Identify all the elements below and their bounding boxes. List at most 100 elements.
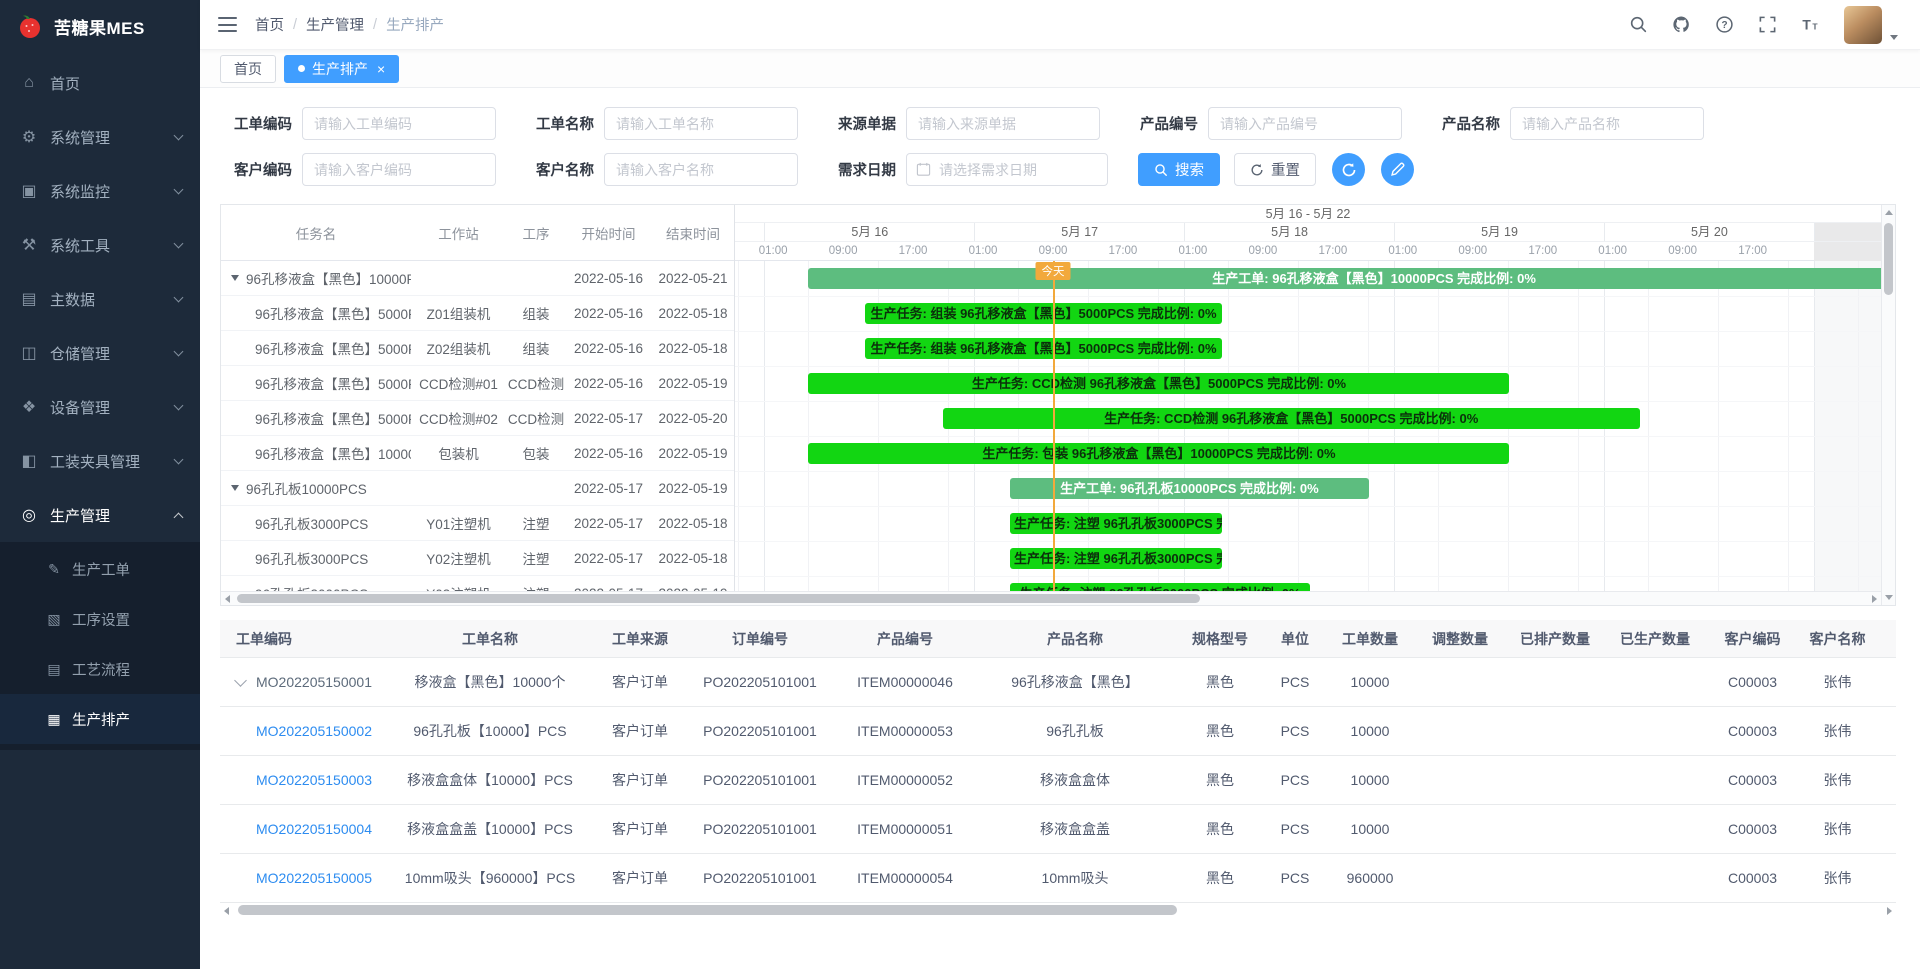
search-button[interactable]: 搜索	[1138, 153, 1220, 186]
product-code-input[interactable]	[1208, 107, 1402, 140]
gantt-station-cell: Y01注塑机	[411, 513, 506, 533]
sidebar-item-master-data[interactable]: ▤主数据	[0, 272, 200, 326]
collapse-sidebar-button[interactable]	[218, 17, 237, 32]
scroll-left-arrow-icon[interactable]	[225, 595, 230, 603]
order-link[interactable]: MO202205150001	[256, 674, 372, 690]
gantt-task-name: 96孔移液盒【黑色】5000PCS	[255, 338, 411, 358]
logo[interactable]: 苦糖果MES	[0, 0, 200, 52]
order-row[interactable]: MO20220515000510mm吸头【960000】PCS客户订单PO202…	[220, 854, 1896, 903]
sidebar-item-label: 生产工单	[72, 559, 130, 580]
avatar[interactable]	[1844, 6, 1882, 44]
sidebar-item-label: 工装夹具管理	[50, 451, 140, 472]
gantt-bar-order[interactable]: 生产工单: 96孔移液盒【黑色】10000PCS 完成比例: 0%	[808, 268, 1881, 289]
scroll-right-arrow-icon[interactable]	[1887, 907, 1892, 915]
sidebar-item-process-settings[interactable]: ▧工序设置	[0, 594, 200, 644]
gantt-hour-label: 09:00	[1668, 242, 1697, 261]
gantt-bar-task[interactable]: 生产任务: 注塑 96孔孔板3000PCS 完成比例: 0%	[1010, 513, 1222, 534]
orders-column-header: 工单来源	[595, 629, 685, 649]
svg-text:T: T	[1802, 18, 1811, 33]
gantt-hour-label: 01:00	[1598, 242, 1627, 261]
tab-home[interactable]: 首页	[220, 55, 276, 83]
gantt-task-row[interactable]: 96孔移液盒【黑色】5000PCSCCD检测#02CCD检测2022-05-17…	[221, 401, 734, 436]
github-icon[interactable]	[1672, 15, 1691, 34]
row-collapse-icon[interactable]	[231, 275, 239, 281]
scroll-down-arrow-icon[interactable]	[1885, 595, 1893, 600]
gantt-task-row[interactable]: 96孔孔板10000PCS2022-05-172022-05-19	[221, 471, 734, 506]
scroll-left-arrow-icon[interactable]	[224, 907, 229, 915]
sidebar-item-system-management[interactable]: ⚙系统管理	[0, 110, 200, 164]
scroll-right-arrow-icon[interactable]	[1872, 595, 1877, 603]
gantt-bar-task[interactable]: 生产任务: 注塑 96孔孔板3000PCS 完成比例: 0%	[1010, 548, 1222, 569]
gantt-hscroll-thumb[interactable]	[237, 594, 1200, 603]
gantt-task-row[interactable]: 96孔孔板3000PCSY02注塑机注塑2022-05-172022-05-18	[221, 541, 734, 576]
orders-column-header: 调整数量	[1415, 629, 1505, 649]
product-name-input[interactable]	[1510, 107, 1704, 140]
sidebar-item-process-flow[interactable]: ▤工艺流程	[0, 644, 200, 694]
sidebar-item-warehouse-management[interactable]: ◫仓储管理	[0, 326, 200, 380]
sidebar-item-production-scheduling[interactable]: ▦生产排产	[0, 694, 200, 744]
gantt-bar-task[interactable]: 生产任务: 组装 96孔移液盒【黑色】5000PCS 完成比例: 0%	[865, 338, 1222, 359]
gantt-start-cell: 2022-05-16	[566, 271, 651, 286]
gantt-task-row[interactable]: 96孔移液盒【黑色】5000PCSCCD检测#01CCD检测2022-05-16…	[221, 366, 734, 401]
gantt-task-row[interactable]: 96孔移液盒【黑色】10000PCS2022-05-162022-05-21	[221, 261, 734, 296]
gantt-task-row[interactable]: 96孔孔板3000PCSY03注塑机注塑2022-05-172022-05-19	[221, 576, 734, 591]
sidebar-item-system-monitor[interactable]: ▣系统监控	[0, 164, 200, 218]
customer-name-input[interactable]	[604, 153, 798, 186]
gantt-bar-task[interactable]: 生产任务: 注塑 96孔孔板3000PCS 完成比例: 0%	[1010, 583, 1310, 591]
row-expand-icon[interactable]	[234, 674, 247, 686]
breadcrumb-item[interactable]: 首页	[255, 14, 284, 35]
help-icon[interactable]: ?	[1715, 15, 1734, 34]
gantt-vscroll-thumb[interactable]	[1884, 223, 1893, 295]
order-link[interactable]: MO202205150004	[256, 821, 372, 837]
gantt-task-row[interactable]: 96孔移液盒【黑色】5000PCSZ02组装机组装2022-05-162022-…	[221, 331, 734, 366]
gantt-day-cell: 5月 19	[1394, 223, 1604, 241]
gantt-bar-order[interactable]: 生产工单: 96孔孔板10000PCS 完成比例: 0%	[1010, 478, 1369, 499]
order-code-input[interactable]	[302, 107, 496, 140]
reset-button[interactable]: 重置	[1234, 153, 1316, 186]
order-row[interactable]: MO202205150001移液盒【黑色】10000个客户订单PO2022051…	[220, 658, 1896, 707]
edit-button[interactable]	[1381, 153, 1414, 186]
refresh-button[interactable]	[1332, 153, 1365, 186]
order-row[interactable]: MO202205150003移液盒盒体【10000】PCS客户订单PO20220…	[220, 756, 1896, 805]
tab-close-icon[interactable]: ×	[377, 62, 385, 76]
gantt-bar-task[interactable]: 生产任务: CCD检测 96孔移液盒【黑色】5000PCS 完成比例: 0%	[808, 373, 1509, 394]
sidebar-item-device-management[interactable]: ❖设备管理	[0, 380, 200, 434]
sidebar-item-home[interactable]: ⌂首页	[0, 56, 200, 110]
fullscreen-icon[interactable]	[1758, 15, 1777, 34]
order-link[interactable]: MO202205150005	[256, 870, 372, 886]
breadcrumb-item[interactable]: 生产管理	[306, 14, 364, 35]
scroll-up-arrow-icon[interactable]	[1885, 210, 1893, 215]
order-link[interactable]: MO202205150002	[256, 723, 372, 739]
sidebar-item-fixture-management[interactable]: ◧工装夹具管理	[0, 434, 200, 488]
orders-column-header: 客户编码	[1705, 629, 1800, 649]
order-link[interactable]: MO202205150003	[256, 772, 372, 788]
gantt-task-row[interactable]: 96孔孔板3000PCSY01注塑机注塑2022-05-172022-05-18	[221, 506, 734, 541]
gantt-day-cell: 5月 18	[1184, 223, 1394, 241]
avatar-dropdown-caret-icon[interactable]	[1890, 35, 1898, 40]
row-collapse-icon[interactable]	[231, 485, 239, 491]
gantt-task-row[interactable]: 96孔移液盒【黑色】10000PCS包装机包装2022-05-162022-05…	[221, 436, 734, 471]
gantt-horizontal-scrollbar[interactable]	[221, 591, 1881, 605]
sidebar-item-production-order[interactable]: ✎ 生产工单	[0, 544, 200, 594]
orders-hscroll-thumb[interactable]	[238, 905, 1177, 915]
order-row[interactable]: MO202205150004移液盒盒盖【10000】PCS客户订单PO20220…	[220, 805, 1896, 854]
order-name-input[interactable]	[604, 107, 798, 140]
gantt-bar-task[interactable]: 生产任务: 包装 96孔移液盒【黑色】10000PCS 完成比例: 0%	[808, 443, 1509, 464]
source-doc-input[interactable]	[906, 107, 1100, 140]
gantt-bar-task[interactable]: 生产任务: 组装 96孔移液盒【黑色】5000PCS 完成比例: 0%	[865, 303, 1222, 324]
orders-horizontal-scrollbar[interactable]	[220, 904, 1896, 917]
demand-date-input[interactable]	[906, 153, 1108, 186]
gantt-task-row[interactable]: 96孔移液盒【黑色】5000PCSZ01组装机组装2022-05-162022-…	[221, 296, 734, 331]
work-order-icon: ✎	[46, 561, 62, 578]
gantt-bar-task[interactable]: 生产任务: CCD检测 96孔移液盒【黑色】5000PCS 完成比例: 0%	[943, 408, 1640, 429]
font-size-icon[interactable]: T T	[1801, 15, 1820, 34]
sidebar-item-system-tools[interactable]: ⚒系统工具	[0, 218, 200, 272]
order-cell: PCS	[1265, 821, 1325, 837]
page-content: 工单编码工单名称来源单据产品编号产品名称 客户编码客户名称需求日期搜索重置 任务…	[200, 88, 1920, 969]
tab-production-scheduling[interactable]: 生产排产×	[284, 55, 399, 83]
customer-code-input[interactable]	[302, 153, 496, 186]
sidebar-item-production-management[interactable]: ◎生产管理	[0, 488, 200, 542]
gantt-vertical-scrollbar[interactable]	[1881, 205, 1895, 605]
search-icon[interactable]	[1629, 15, 1648, 34]
order-row[interactable]: MO20220515000296孔孔板【10000】PCS客户订单PO20220…	[220, 707, 1896, 756]
